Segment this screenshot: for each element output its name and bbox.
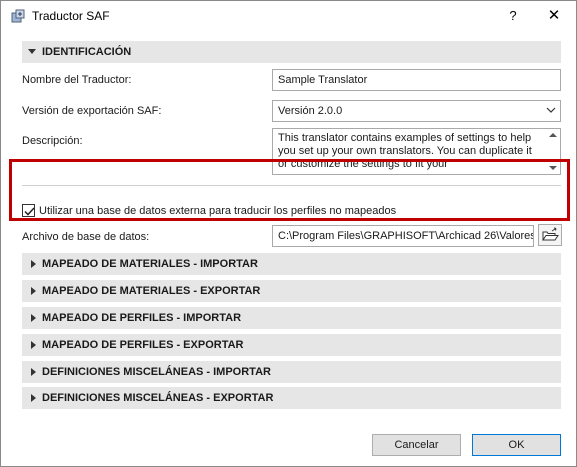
open-folder-icon [542, 227, 559, 241]
close-button[interactable]: ✕ [536, 1, 572, 31]
export-version-value: Versión 2.0.0 [278, 105, 343, 117]
window-title: Traductor SAF [32, 9, 110, 23]
section-misc-exportar[interactable]: DEFINICIONES MISCELÁNEAS - EXPORTAR [22, 387, 561, 409]
section-label: MAPEADO DE PERFILES - EXPORTAR [42, 339, 244, 351]
section-perfiles-importar[interactable]: MAPEADO DE PERFILES - IMPORTAR [22, 307, 561, 329]
section-misc-importar[interactable]: DEFINICIONES MISCELÁNEAS - IMPORTAR [22, 361, 561, 383]
collapsed-arrow-icon [31, 368, 36, 376]
dialog-content: IDENTIFICACIÓN Nombre del Traductor: Sam… [1, 31, 576, 466]
collapsed-arrow-icon [31, 314, 36, 322]
expanded-arrow-icon [28, 49, 36, 54]
section-identificacion-label: IDENTIFICACIÓN [42, 46, 132, 58]
section-perfiles-exportar[interactable]: MAPEADO DE PERFILES - EXPORTAR [22, 334, 561, 356]
collapsed-arrow-icon [31, 287, 36, 295]
export-version-label: Versión de exportación SAF: [22, 105, 162, 117]
browse-folder-button[interactable] [538, 224, 562, 246]
section-label: MAPEADO DE PERFILES - IMPORTAR [42, 312, 242, 324]
collapsed-arrow-icon [31, 341, 36, 349]
db-file-label: Archivo de base de datos: [22, 231, 150, 243]
help-button[interactable]: ? [495, 1, 531, 31]
ok-button[interactable]: OK [472, 434, 561, 456]
translator-name-input[interactable]: Sample Translator [272, 69, 561, 91]
section-label: MAPEADO DE MATERIALES - IMPORTAR [42, 258, 258, 270]
section-identificacion[interactable]: IDENTIFICACIÓN [22, 41, 561, 63]
section-materiales-importar[interactable]: MAPEADO DE MATERIALES - IMPORTAR [22, 253, 561, 275]
section-materiales-exportar[interactable]: MAPEADO DE MATERIALES - EXPORTAR [22, 280, 561, 302]
highlight-frame [9, 159, 570, 221]
collapsed-arrow-icon [31, 260, 36, 268]
section-label: MAPEADO DE MATERIALES - EXPORTAR [42, 285, 261, 297]
dialog-window: Traductor SAF ? ✕ IDENTIFICACIÓN Nombre … [0, 0, 577, 467]
title-bar[interactable]: Traductor SAF ? ✕ [1, 1, 576, 31]
chevron-down-icon [546, 105, 556, 113]
section-label: DEFINICIONES MISCELÁNEAS - IMPORTAR [42, 366, 271, 378]
description-label: Descripción: [22, 135, 83, 147]
db-file-path-input[interactable]: C:\Program Files\GRAPHISOFT\Archicad 26\… [272, 225, 534, 247]
section-label: DEFINICIONES MISCELÁNEAS - EXPORTAR [42, 392, 274, 404]
translator-name-label: Nombre del Traductor: [22, 74, 132, 86]
collapsed-arrow-icon [31, 394, 36, 402]
translator-app-icon [10, 8, 26, 24]
scroll-up-icon[interactable] [549, 133, 557, 137]
cancel-button[interactable]: Cancelar [372, 434, 461, 456]
export-version-select[interactable]: Versión 2.0.0 [272, 100, 561, 122]
